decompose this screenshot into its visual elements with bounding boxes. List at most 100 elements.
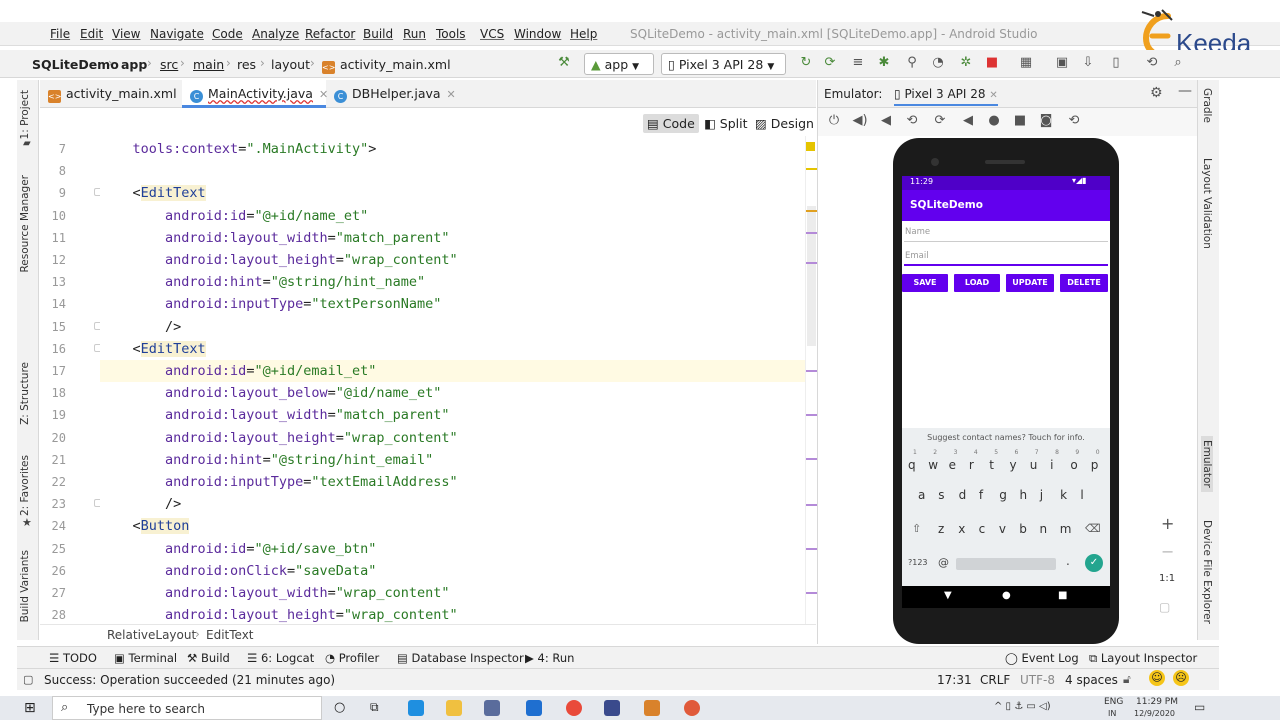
code-line[interactable]: android:inputType="textEmailAddress" (100, 471, 805, 493)
keyboard-key[interactable]: a (918, 488, 925, 502)
happy-face-icon[interactable]: ☺ (1149, 670, 1165, 686)
nav-back-icon[interactable]: ▼ (944, 590, 952, 601)
code-line[interactable] (100, 160, 805, 182)
design-view-button[interactable]: ▨ Design (751, 114, 818, 133)
keyboard-key[interactable]: g (999, 488, 1007, 502)
structure-tab[interactable]: Z: Structure (19, 362, 31, 425)
code-line[interactable]: <EditText (100, 338, 805, 360)
breadcrumb-main[interactable]: main (193, 57, 224, 72)
language-region[interactable]: IN (1108, 709, 1116, 718)
profile-icon[interactable]: ⚲ (904, 55, 920, 71)
snapshot-icon[interactable]: ⟲ (1066, 113, 1082, 129)
keyboard-key[interactable]: j (1040, 488, 1043, 502)
keyboard-key[interactable]: z (938, 522, 944, 536)
code-line[interactable]: android:inputType="textPersonName" (100, 293, 805, 315)
attach-debugger-icon[interactable]: ✲ (958, 55, 974, 71)
email-input[interactable]: Email (904, 246, 1108, 266)
keyboard-key[interactable]: r (969, 458, 974, 472)
lock-icon[interactable]: 🔓︎ (1123, 672, 1131, 687)
sync-icon[interactable]: ⟲ (1144, 55, 1160, 71)
store-icon[interactable] (484, 700, 500, 716)
media-icon[interactable] (684, 700, 700, 716)
logcat-tab[interactable]: ☰ 6: Logcat (247, 651, 314, 665)
menu-navigate[interactable]: Navigate (150, 27, 204, 41)
menu-analyze[interactable]: Analyze (252, 27, 299, 41)
code-line[interactable]: android:layout_height="wrap_content" (100, 427, 805, 449)
clock-date[interactable]: 12/9/2020 (1134, 709, 1175, 718)
menu-view[interactable]: View (112, 27, 140, 41)
indent-setting[interactable]: 4 spaces (1065, 673, 1118, 687)
period-key[interactable]: . (1066, 554, 1070, 568)
terminal-tab[interactable]: ▣ Terminal (114, 651, 177, 665)
layout-inspector-tab[interactable]: ⧉ Layout Inspector (1089, 651, 1197, 666)
keyboard-key[interactable]: s (938, 488, 944, 502)
crumb-relativelayout[interactable]: RelativeLayout (107, 628, 196, 642)
soft-keyboard[interactable]: Suggest contact names? Touch for info. 1… (902, 428, 1110, 586)
power-icon[interactable]: ⏻ (826, 113, 842, 129)
breadcrumb-res[interactable]: res (237, 57, 256, 72)
home-icon[interactable]: ● (986, 113, 1002, 129)
shift-key-icon[interactable]: ⇧ (912, 522, 921, 535)
sdk-manager-icon[interactable]: ⇩ (1080, 55, 1096, 71)
save-button[interactable]: SAVE (902, 274, 948, 292)
device-dropdown[interactable]: ▯ Pixel 3 API 28 ▼ (661, 53, 786, 75)
breadcrumb-src[interactable]: src (160, 57, 178, 72)
code-line[interactable]: /> (100, 316, 805, 338)
task-view-icon[interactable]: ⧉ (370, 700, 379, 715)
menu-window[interactable]: Window (514, 27, 561, 41)
close-icon[interactable]: ✕ (447, 88, 456, 101)
code-line[interactable]: android:layout_height="wrap_content" (100, 604, 805, 624)
gradle-tab[interactable]: Gradle (1201, 88, 1213, 123)
keyboard-suggestion[interactable]: Suggest contact names? Touch for info. (902, 433, 1110, 442)
phone-screen[interactable]: 11:29 ▾◢▮ SQLiteDemo Name Email SAVE LOA… (902, 176, 1110, 608)
minimize-icon[interactable]: — (1178, 83, 1192, 99)
breadcrumb-file[interactable]: <> activity_main.xml (322, 57, 451, 74)
camera-icon[interactable]: ◙ (1038, 113, 1054, 129)
keyboard-key[interactable]: o (1070, 458, 1077, 472)
debug-icon[interactable]: ✱ (876, 55, 892, 71)
build-tab[interactable]: ⚒ Build (187, 651, 230, 665)
crumb-edittext[interactable]: EditText (206, 628, 254, 642)
menu-tools[interactable]: Tools (436, 27, 466, 41)
coverage-icon[interactable]: ≡ (850, 55, 866, 71)
keyboard-key[interactable]: t (989, 458, 994, 472)
keyboard-key[interactable]: m (1060, 522, 1072, 536)
keyboard-key[interactable]: k (1060, 488, 1067, 502)
split-view-button[interactable]: ◧ Split (700, 114, 752, 133)
delete-button[interactable]: DELETE (1060, 274, 1108, 292)
file-encoding[interactable]: UTF-8 (1020, 673, 1055, 687)
code-line[interactable]: android:id="@+id/save_btn" (100, 538, 805, 560)
code-line[interactable]: android:layout_below="@id/name_et" (100, 382, 805, 404)
line-separator[interactable]: CRLF (980, 673, 1010, 687)
code-line[interactable]: tools:context=".MainActivity"> (100, 138, 805, 160)
resource-manager-tab[interactable]: Resource Manager (19, 175, 31, 273)
gauge-icon[interactable]: ◔ (930, 55, 946, 71)
menu-help[interactable]: Help (570, 27, 597, 41)
nav-home-icon[interactable]: ● (1002, 590, 1011, 601)
edge-icon[interactable] (408, 700, 424, 716)
keyboard-key[interactable]: x (958, 522, 965, 536)
code-editor[interactable]: tools:context=".MainActivity"> <EditText… (100, 136, 805, 624)
zoom-out-icon[interactable]: − (1161, 542, 1174, 561)
keyboard-key[interactable]: p (1091, 458, 1099, 472)
run-config-dropdown[interactable]: ▲ app ▼ (584, 53, 654, 75)
keyboard-key[interactable]: f (979, 488, 983, 502)
keyboard-key[interactable]: u (1030, 458, 1038, 472)
menu-edit[interactable]: Edit (80, 27, 103, 41)
volume-down-icon[interactable]: ◀ (878, 113, 894, 129)
language-indicator[interactable]: ENG (1104, 697, 1123, 707)
android-studio-icon[interactable] (604, 700, 620, 716)
keyboard-key[interactable]: w (928, 458, 938, 472)
app-icon[interactable] (644, 700, 660, 716)
nav-recents-icon[interactable]: ■ (1058, 590, 1067, 601)
tab-activity-main[interactable]: <>activity_main.xml✕ (40, 80, 192, 108)
keyboard-key[interactable]: v (999, 522, 1006, 536)
hammer-icon[interactable]: ⚒ (556, 55, 572, 71)
device-manager-icon[interactable]: ▯ (1108, 55, 1124, 71)
search-icon[interactable]: ⌕ (1170, 55, 1186, 71)
tray-icons[interactable]: ^ ▯ ⚓ ▭ ◁) (994, 701, 1051, 712)
tab-main-activity[interactable]: C MainActivity.java ✕ (182, 80, 328, 108)
at-key[interactable]: @ (938, 556, 949, 569)
chrome-icon[interactable] (566, 700, 582, 716)
file-explorer-icon[interactable] (446, 700, 462, 716)
